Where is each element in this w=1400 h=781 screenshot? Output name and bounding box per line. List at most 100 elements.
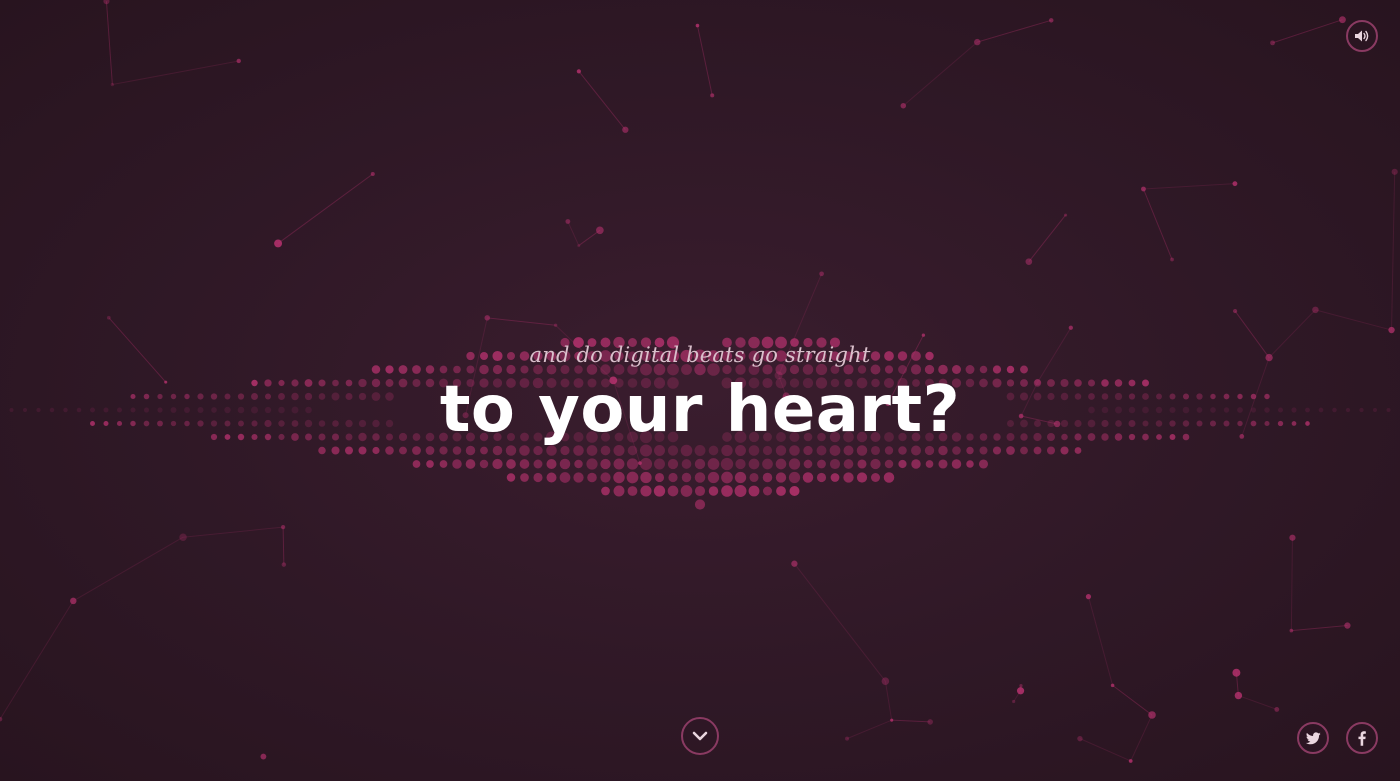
visualizer-dot: [1237, 393, 1243, 400]
particle-dot: [0, 716, 3, 722]
visualizer-dot: [224, 434, 231, 440]
visualizer-dot: [613, 485, 625, 497]
visualizer-dot: [1169, 406, 1176, 414]
visualizer-dot: [251, 420, 258, 427]
particle-link: [1079, 738, 1131, 762]
particle-dot: [553, 323, 558, 327]
visualizer-dot: [412, 460, 421, 468]
visualizer-dot: [1156, 393, 1162, 400]
visualizer-dot: [63, 407, 68, 413]
visualizer-dot: [952, 446, 961, 455]
particle-link: [696, 25, 713, 96]
particle-dot: [1170, 257, 1174, 262]
visualizer-dot: [668, 472, 678, 483]
visualizer-dot: [305, 433, 312, 441]
visualizer-dot: [130, 420, 136, 427]
scroll-down-button[interactable]: [681, 717, 719, 755]
particle-link: [884, 681, 893, 721]
visualizer-dot: [480, 446, 488, 455]
particle-link: [891, 719, 931, 723]
visualizer-dot: [519, 459, 530, 469]
visualizer-dot: [1142, 406, 1149, 414]
visualizer-dot: [667, 458, 679, 470]
particle-dot: [281, 562, 287, 567]
visualizer-dot: [924, 445, 935, 456]
visualizer-dot: [870, 458, 881, 470]
visualizer-dot: [587, 472, 597, 483]
particle-link: [487, 317, 556, 326]
visualizer-dot: [601, 486, 610, 496]
particle-link: [1272, 19, 1343, 44]
particle-dot: [1234, 691, 1243, 700]
visualizer-dot: [639, 457, 653, 471]
visualizer-dot: [210, 433, 218, 441]
visualizer-dot: [1033, 446, 1042, 455]
visualizer-dot: [291, 379, 299, 387]
visualizer-dot: [143, 407, 150, 413]
visualizer-dot: [1223, 420, 1230, 427]
visualizer-dot: [1074, 447, 1082, 454]
visualizer-dot: [1088, 379, 1095, 387]
visualizer-dot: [304, 379, 313, 387]
visualizer-dot: [1332, 407, 1337, 413]
visualizer-dot: [1101, 379, 1109, 387]
particle-link: [282, 527, 285, 565]
visualizer-dot: [157, 407, 163, 413]
visualizer-dot: [694, 458, 706, 470]
visualizer-dot: [654, 472, 665, 483]
visualizer-dot: [465, 459, 476, 469]
visualizer-dot: [103, 407, 109, 413]
visualizer-dot: [345, 446, 353, 455]
sound-toggle-button[interactable]: [1346, 20, 1378, 52]
particle-link: [277, 173, 374, 244]
visualizer-dot: [1182, 420, 1190, 427]
visualizer-dot: [291, 420, 299, 427]
twitter-share-button[interactable]: [1297, 722, 1329, 754]
visualizer-dot: [143, 420, 150, 427]
visualizer-dot: [385, 446, 394, 455]
visualizer-dot: [1359, 407, 1364, 413]
visualizer-dot: [776, 486, 786, 496]
visualizer-dot: [170, 420, 177, 427]
particle-dot: [596, 226, 604, 235]
particle-link: [1142, 188, 1173, 260]
particle-dot: [70, 597, 77, 605]
visualizer-dot: [694, 472, 706, 483]
visualizer-dot: [520, 473, 529, 482]
facebook-icon: [1358, 730, 1366, 746]
visualizer-dot: [763, 486, 772, 496]
visualizer-dot: [1115, 420, 1122, 427]
facebook-share-button[interactable]: [1346, 722, 1378, 754]
visualizer-dot: [966, 460, 974, 468]
visualizer-dot: [1210, 393, 1216, 400]
visualizer-dot: [775, 472, 787, 483]
visualizer-dot: [412, 446, 421, 455]
visualizer-dot: [1372, 407, 1378, 413]
particle-dot: [1232, 181, 1238, 187]
particle-link: [1234, 310, 1270, 358]
visualizer-dot: [870, 445, 881, 456]
visualizer-dot: [399, 446, 407, 455]
visualizer-dot: [829, 458, 841, 470]
visualizer-dot: [734, 471, 747, 484]
hero-subtitle: and do digital beats go straight: [529, 343, 871, 367]
visualizer-dot: [884, 446, 894, 455]
speaker-volume-icon: [1354, 29, 1370, 43]
visualizer-dot: [1277, 407, 1284, 413]
visualizer-dot: [871, 473, 880, 482]
visualizer-dot: [318, 379, 326, 387]
visualizer-dot: [613, 458, 625, 470]
particle-dot: [974, 38, 981, 46]
visualizer-dot: [803, 445, 813, 456]
visualizer-dot: [626, 458, 639, 470]
visualizer-dot: [1264, 420, 1270, 427]
visualizer-dot: [103, 420, 109, 427]
visualizer-dot: [331, 446, 340, 455]
particle-dot: [1339, 16, 1346, 24]
visualizer-dot: [224, 406, 231, 414]
particle-dot: [1141, 186, 1146, 192]
particle-dot: [576, 69, 581, 74]
particle-dot: [1064, 213, 1068, 217]
particle-dot: [577, 244, 581, 248]
visualizer-dot: [264, 379, 272, 387]
